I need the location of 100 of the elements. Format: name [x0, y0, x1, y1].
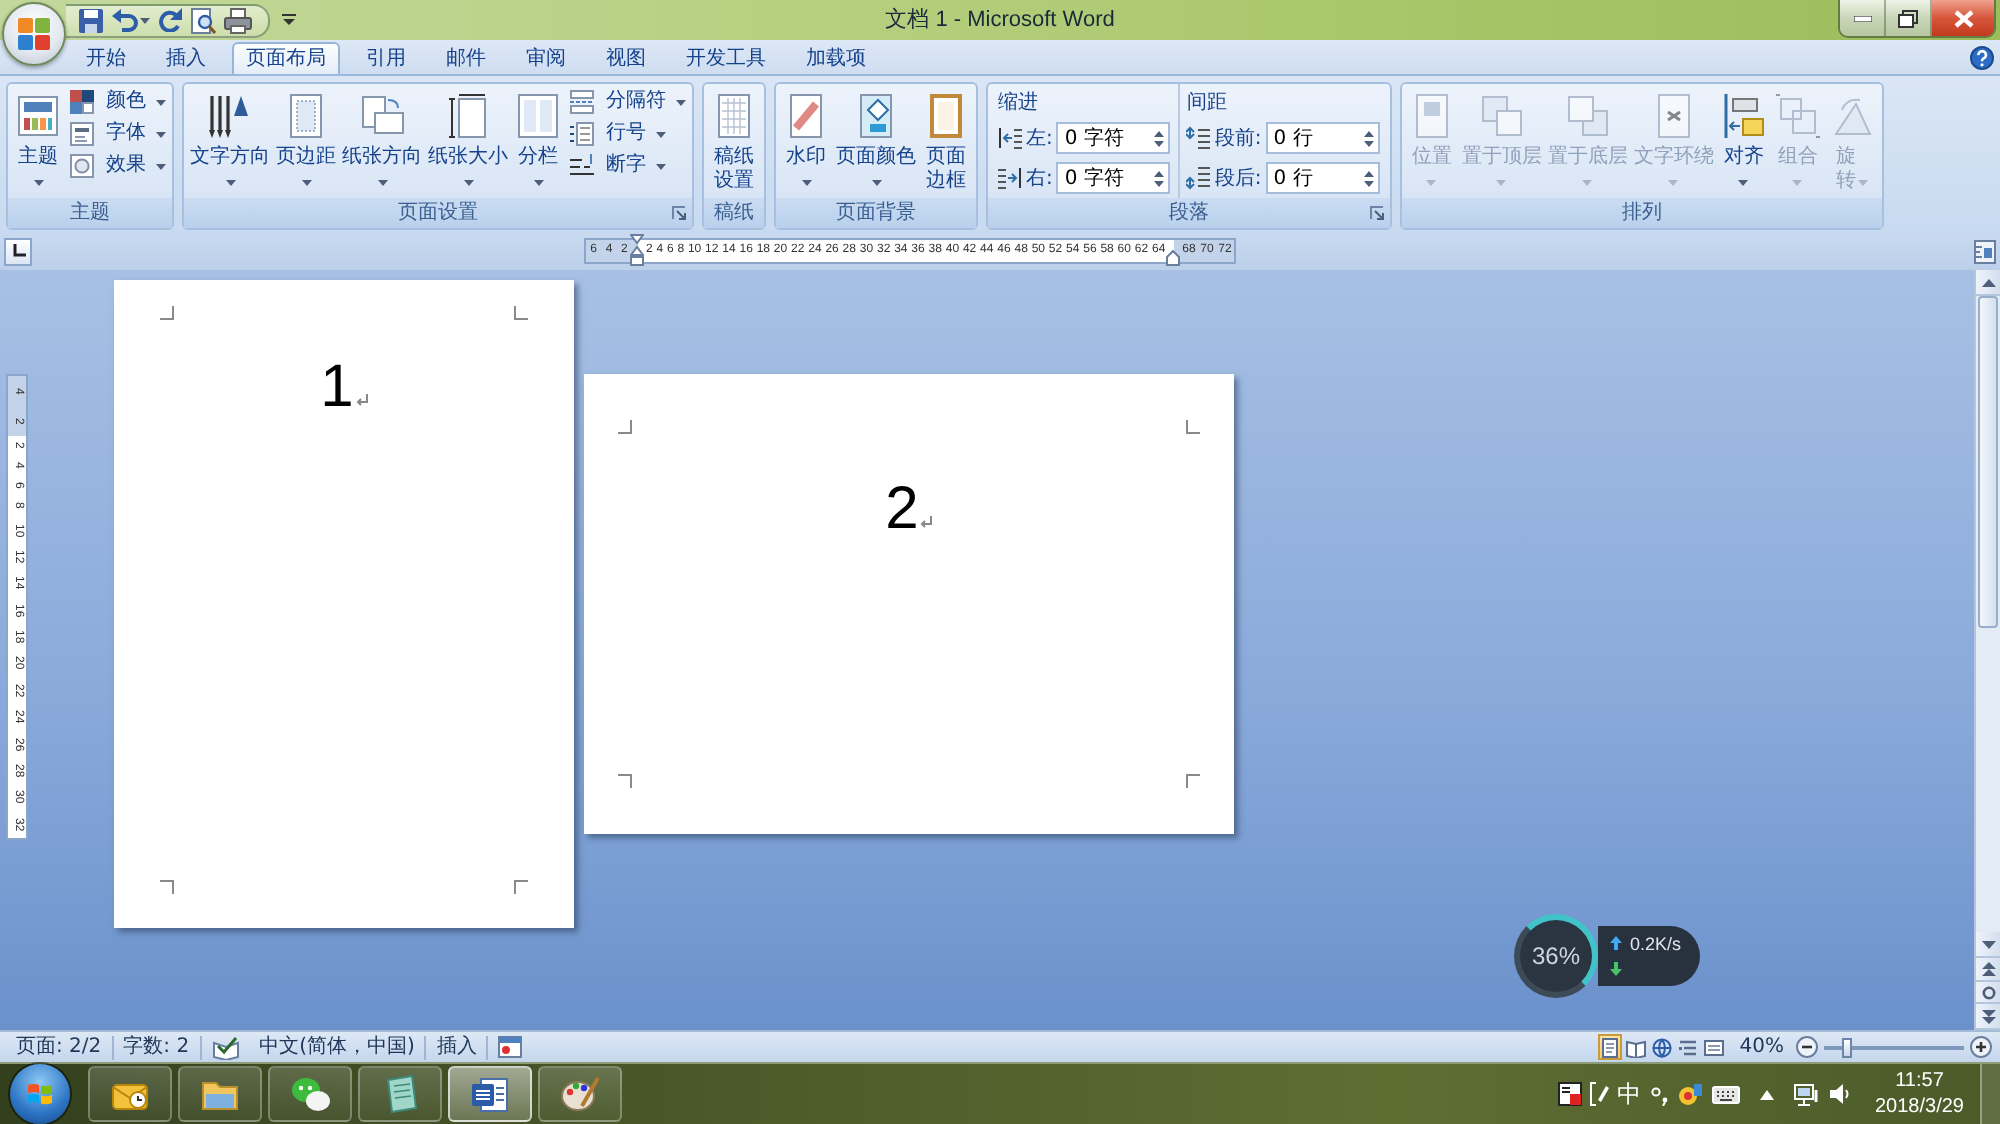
punctuation-icon[interactable]: [1649, 1082, 1669, 1106]
ribbon-button[interactable]: 对齐: [1717, 84, 1770, 196]
taskbar-button[interactable]: [448, 1066, 532, 1122]
ribbon-button[interactable]: 页面颜色: [834, 84, 918, 196]
bracket-pen-icon[interactable]: [1589, 1082, 1609, 1106]
view-button[interactable]: [1702, 1034, 1727, 1060]
ribbon-button[interactable]: 页边距: [274, 84, 338, 196]
ribbon-button[interactable]: 水印: [780, 84, 832, 196]
ribbon-tab[interactable]: 引用: [352, 42, 420, 74]
caret-icon: [225, 180, 235, 186]
scrollbar-thumb[interactable]: [1978, 296, 1998, 628]
start-button[interactable]: [10, 1064, 70, 1124]
spin-field[interactable]: 0 字符: [1056, 162, 1171, 194]
window-title: 文档 1 - Microsoft Word: [885, 5, 1115, 36]
tab-selector-button[interactable]: [4, 237, 32, 265]
dialog-launcher-icon[interactable]: [672, 206, 686, 220]
ribbon-tab[interactable]: 开始: [72, 42, 140, 74]
taskbar-button[interactable]: [268, 1066, 352, 1122]
ribbon-button[interactable]: 效果: [66, 150, 168, 182]
page-text: 1: [320, 354, 354, 422]
ime-status-icon[interactable]: [1557, 1082, 1581, 1106]
indent-marker-icon[interactable]: [630, 234, 644, 268]
previous-page-button[interactable]: [1976, 958, 2000, 982]
customize-toolbar-button[interactable]: [282, 14, 296, 26]
browse-object-button[interactable]: [1976, 982, 2000, 1004]
spin-field[interactable]: 0 行: [1265, 122, 1380, 154]
next-page-button[interactable]: [1976, 1004, 2000, 1030]
zoom-slider[interactable]: [1824, 1037, 1964, 1057]
ribbon-tab[interactable]: 页面布局: [232, 42, 340, 74]
scroll-down-button[interactable]: [1976, 932, 2000, 958]
network-icon[interactable]: [1793, 1082, 1819, 1106]
scroll-up-button[interactable]: [1976, 270, 2000, 296]
spinner-icon: [1363, 169, 1374, 187]
page-break-icon: [568, 88, 596, 116]
globe-icon: [1652, 1037, 1673, 1057]
zoom-in-button[interactable]: [1970, 1036, 1992, 1058]
caret-icon: [1582, 180, 1593, 186]
ribbon-tab[interactable]: 邮件: [432, 42, 500, 74]
page-count[interactable]: 页面: 2/2: [6, 1032, 112, 1062]
ribbon-button[interactable]: 字体: [66, 118, 168, 150]
help-button[interactable]: [1970, 45, 1994, 69]
print-button[interactable]: [224, 7, 252, 33]
minimize-button[interactable]: [1840, 0, 1886, 36]
ribbon-button[interactable]: 主题: [12, 84, 64, 196]
ribbon-tab[interactable]: 视图: [592, 42, 660, 74]
triangle-up-icon: [1759, 1089, 1773, 1099]
ribbon-button[interactable]: 断字: [566, 150, 688, 182]
ribbon-tab[interactable]: 加载项: [792, 42, 880, 74]
save-button[interactable]: [78, 7, 104, 33]
undo-icon: [112, 7, 138, 33]
ribbon-button[interactable]: 分隔符: [566, 86, 688, 118]
ribbon-button[interactable]: 稿纸设置: [708, 84, 760, 196]
ring-square-icon[interactable]: [1677, 1081, 1703, 1107]
triangle-up-icon: [1981, 275, 1995, 289]
taskbar-button[interactable]: [538, 1066, 622, 1122]
undo-button[interactable]: [112, 7, 150, 33]
field-label: 段后:: [1214, 165, 1262, 192]
close-button[interactable]: [1932, 0, 1994, 36]
circle-box-icon: [68, 152, 96, 180]
caret-icon: [1496, 180, 1507, 186]
ribbon-button[interactable]: 颜色: [66, 86, 168, 118]
crop-mark-icon: [618, 420, 632, 434]
taskbar-button[interactable]: [88, 1066, 172, 1122]
office-button[interactable]: [2, 2, 66, 66]
ribbon-button[interactable]: 文字方向: [188, 84, 272, 196]
dialog-launcher-icon[interactable]: [1369, 206, 1384, 220]
ribbon-button[interactable]: 页面边框: [920, 84, 972, 196]
crop-mark-icon: [1186, 774, 1200, 788]
caret-icon: [656, 131, 666, 137]
ribbon-button[interactable]: 纸张方向: [340, 84, 424, 196]
show-hidden-icons-button[interactable]: [1759, 1089, 1773, 1099]
speaker-icon[interactable]: [1827, 1082, 1851, 1106]
ribbon-button[interactable]: 行号: [566, 118, 688, 150]
spin-field[interactable]: 0 行: [1265, 162, 1380, 194]
redo-button[interactable]: [158, 8, 182, 32]
word-count[interactable]: 字数: 2: [113, 1032, 200, 1062]
print-preview-button[interactable]: [190, 7, 216, 33]
ribbon-tab[interactable]: 插入: [152, 42, 220, 74]
ribbon-tab[interactable]: 开发工具: [672, 42, 780, 74]
input-mode-indicator[interactable]: 中: [1617, 1077, 1641, 1111]
view-ruler-button[interactable]: [1974, 239, 1996, 263]
view-button[interactable]: [1650, 1034, 1675, 1060]
taskbar-button[interactable]: [358, 1066, 442, 1122]
clock[interactable]: 11:57 2018/3/29: [1875, 1068, 1964, 1120]
view-button[interactable]: [1598, 1034, 1623, 1060]
crop-mark-icon: [514, 306, 528, 320]
slider-thumb[interactable]: [1842, 1037, 1853, 1057]
zoom-level[interactable]: 40%: [1739, 1036, 1784, 1058]
spin-field[interactable]: 0 字符: [1056, 122, 1171, 154]
zoom-out-button[interactable]: [1796, 1036, 1818, 1058]
restore-button[interactable]: [1886, 0, 1932, 36]
insert-mode-indicator[interactable]: 插入: [426, 1032, 487, 1062]
ribbon-button[interactable]: 纸张大小: [426, 84, 510, 196]
taskbar-button[interactable]: [178, 1066, 262, 1122]
group-title: 排列: [1619, 199, 1664, 228]
ribbon-button[interactable]: 分栏: [512, 84, 564, 196]
language-indicator[interactable]: 中文(简体，中国): [249, 1032, 425, 1062]
spinner-icon: [1154, 129, 1165, 147]
keyboard-icon[interactable]: [1711, 1085, 1739, 1103]
ribbon-tab[interactable]: 审阅: [512, 42, 580, 74]
